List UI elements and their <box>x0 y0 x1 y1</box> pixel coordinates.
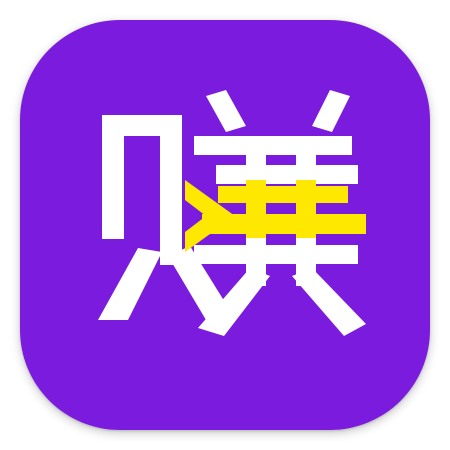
canvas <box>0 0 450 450</box>
app-icon-graphic <box>20 20 430 430</box>
app-icon[interactable] <box>20 20 430 430</box>
